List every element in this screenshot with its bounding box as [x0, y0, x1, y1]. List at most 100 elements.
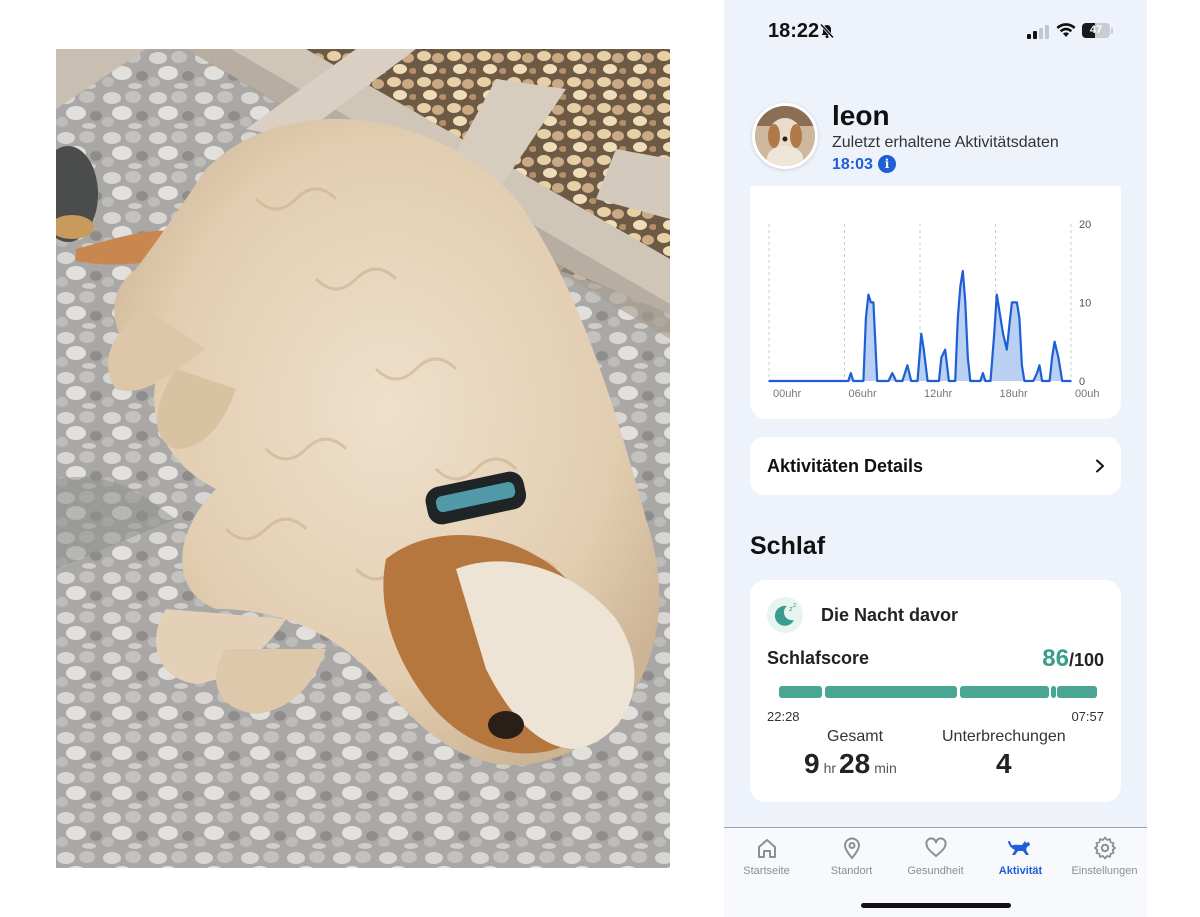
activity-point	[959, 285, 962, 288]
status-bar: 18:22 47	[724, 0, 1147, 62]
activity-point	[901, 380, 904, 382]
activity-point	[1041, 380, 1043, 382]
activity-point	[1008, 325, 1011, 327]
activity-point	[876, 380, 879, 382]
sleep-score: 86/100	[1042, 645, 1104, 673]
activity-point	[865, 317, 867, 319]
hours-unit: hr	[823, 760, 837, 776]
activity-point	[1016, 301, 1018, 304]
heart-icon	[924, 837, 947, 857]
moon-sleep-icon: z z	[767, 597, 803, 633]
sleep-segment	[960, 686, 1050, 698]
chart-x-tick-label: 00uhr	[773, 388, 801, 400]
activity-point	[872, 301, 875, 304]
tab-startseite[interactable]: Startseite	[724, 836, 809, 886]
total-minutes: 28	[839, 748, 871, 779]
activity-point	[956, 317, 959, 319]
sleep-card[interactable]: z z Die Nacht davor Schlafscore 86/100 2…	[750, 580, 1121, 802]
activity-chart-card: 00uhr 06uhr 12uhr 18uhr 00uh 20 10 0	[750, 186, 1121, 419]
home-indicator[interactable]	[861, 903, 1011, 908]
last-data-time: 18:03	[832, 156, 873, 173]
activity-point	[1002, 333, 1004, 335]
sleep-timeline-bar	[779, 686, 1097, 698]
activity-details-button[interactable]: Aktivitäten Details	[750, 437, 1121, 495]
activity-point	[1006, 348, 1008, 351]
activity-point	[1057, 356, 1060, 359]
home-icon	[757, 839, 776, 858]
activity-point	[862, 380, 865, 382]
pet-name: leon	[832, 100, 890, 131]
chart-y-tick-label: 10	[1079, 297, 1091, 309]
sleep-segment	[825, 686, 958, 698]
location-pin-icon	[843, 837, 860, 860]
tab-label: Standort	[830, 865, 873, 877]
activity-point	[870, 301, 872, 304]
sleep-section-title: Schlaf	[750, 532, 826, 560]
wifi-icon	[1056, 23, 1076, 37]
activity-point	[1023, 380, 1026, 382]
activity-point	[1061, 380, 1063, 382]
interruptions-label: Unterbrechungen	[942, 728, 1066, 745]
tab-label: Einstellungen	[1071, 865, 1138, 877]
activity-point	[954, 380, 957, 382]
dog-photo	[56, 49, 670, 868]
activity-point	[967, 356, 969, 359]
tab-einstellungen[interactable]: Einstellungen	[1062, 836, 1147, 886]
tab-gesundheit[interactable]: Gesundheit	[893, 836, 978, 886]
activity-chart: 00uhr 06uhr 12uhr 18uhr 00uh 20 10 0	[768, 219, 1099, 400]
screen: 18:22 47 leon Zuletzt erhaltene Aktivitä…	[0, 0, 1200, 917]
sleep-segment	[779, 686, 822, 698]
chart-x-tick-label: 00uh	[1075, 388, 1099, 400]
activity-point	[964, 301, 967, 304]
activity-point	[847, 380, 850, 382]
activity-point	[768, 380, 770, 382]
battery-percent: 47	[1089, 24, 1103, 36]
last-data-label: Zuletzt erhaltene Aktivitätsdaten	[832, 134, 1059, 151]
tab-standort[interactable]: Standort	[809, 836, 894, 886]
activity-point	[916, 380, 919, 382]
activity-point	[910, 380, 912, 382]
minutes-unit: min	[874, 760, 897, 776]
running-dog-icon	[1007, 841, 1030, 855]
activity-point	[1051, 356, 1053, 359]
tab-aktivitaet[interactable]: Aktivität	[978, 836, 1063, 886]
activity-point	[891, 372, 894, 374]
total-hours: 9	[804, 748, 820, 779]
info-icon[interactable]: i	[878, 155, 896, 173]
activity-point	[1036, 372, 1038, 374]
sleep-start-time: 22:28	[767, 709, 800, 724]
chart-y-tick-label: 0	[1079, 376, 1085, 388]
pet-profile: leon Zuletzt erhaltene Aktivitätsdaten 1…	[750, 100, 1130, 180]
sleep-segment	[1057, 686, 1097, 698]
sleep-score-value: 86	[1042, 645, 1069, 672]
activity-point	[944, 348, 946, 351]
activity-point	[948, 380, 950, 382]
bell-muted-icon	[819, 23, 835, 39]
interruptions-value: 4	[996, 748, 1012, 779]
activity-point	[938, 380, 940, 382]
activity-point	[920, 333, 923, 335]
activity-point	[982, 372, 984, 374]
activity-point	[961, 270, 964, 272]
activity-point	[984, 380, 987, 382]
tab-label: Aktivität	[998, 865, 1043, 877]
activity-point	[969, 380, 972, 382]
activity-point	[1032, 380, 1035, 382]
activity-point	[979, 380, 982, 382]
activity-point	[995, 293, 998, 296]
activity-point	[993, 333, 996, 335]
dog-photo-illustration	[56, 49, 670, 868]
signal-icon	[1027, 25, 1049, 39]
activity-point	[926, 380, 929, 382]
avatar[interactable]	[752, 103, 818, 169]
chart-x-tick-label: 18uhr	[1000, 388, 1028, 400]
tab-label: Gesundheit	[907, 865, 964, 877]
activity-point	[849, 372, 852, 374]
total-sleep-label: Gesamt	[827, 728, 884, 745]
activity-point	[1070, 380, 1072, 382]
svg-text:z: z	[793, 602, 796, 609]
activity-point	[1018, 317, 1021, 319]
sleep-score-max: /100	[1068, 650, 1104, 670]
chart-x-tick-label: 12uhr	[924, 388, 952, 400]
activity-point	[895, 380, 897, 382]
